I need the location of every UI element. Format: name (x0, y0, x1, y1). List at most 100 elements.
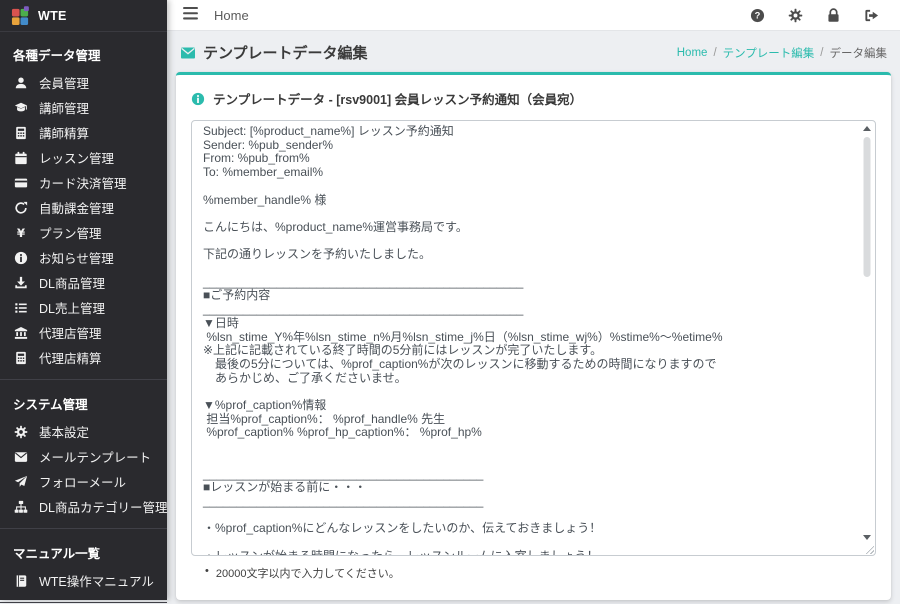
sidebar-divider (0, 602, 167, 603)
sidebar-item-label: お知らせ管理 (39, 248, 114, 267)
sidebar-item-label: 講師精算 (39, 123, 89, 142)
sign-out-icon (864, 8, 879, 23)
page-title: テンプレートデータ編集 (180, 42, 368, 63)
app-root: WTE 各種データ管理会員管理講師管理講師精算レッスン管理カード決済管理自動課金… (0, 0, 900, 600)
sidebar-item-label: フォローメール (39, 472, 126, 491)
sidebar-item[interactable]: WTE操作マニュアル (0, 568, 167, 593)
sidebar-item-label: 会員管理 (39, 73, 89, 92)
info-circle-icon (13, 251, 29, 265)
breadcrumb-link[interactable]: テンプレート編集 (723, 45, 815, 61)
sidebar-item[interactable]: フォローメール (0, 469, 167, 494)
sidebar-item-label: 代理店管理 (39, 323, 102, 342)
download-icon (13, 276, 29, 290)
sidebar-item[interactable]: DL商品カテゴリー管理 (0, 494, 167, 519)
sidebar-section-header: 各種データ管理 (0, 32, 167, 70)
breadcrumb: Home / テンプレート編集 / データ編集 (677, 45, 887, 61)
sidebar-item-label: プラン管理 (39, 223, 102, 242)
envelope-icon (180, 45, 196, 61)
svg-text:?: ? (755, 10, 761, 20)
sidebar: WTE 各種データ管理会員管理講師管理講師精算レッスン管理カード決済管理自動課金… (0, 0, 167, 600)
info-circle-icon (191, 92, 205, 106)
sidebar-item[interactable]: 会員管理 (0, 70, 167, 95)
sidebar-sections: 各種データ管理会員管理講師管理講師精算レッスン管理カード決済管理自動課金管理 ¥ プ… (0, 32, 167, 604)
nav-home-link[interactable]: Home (214, 8, 249, 23)
sidebar-item-label: レッスン管理 (39, 148, 114, 167)
lock-button[interactable] (819, 6, 848, 25)
sidebar-item-label: DL商品カテゴリー管理 (39, 497, 167, 516)
sidebar-item[interactable]: 基本設定 (0, 419, 167, 444)
sidebar-item[interactable]: DL売上管理 (0, 295, 167, 320)
sidebar-item[interactable]: 講師精算 (0, 120, 167, 145)
help-button[interactable]: ? (743, 6, 772, 25)
sign-out-button[interactable] (857, 6, 886, 25)
template-card: テンプレートデータ - [rsv9001] 会員レッスン予約通知（会員宛） Su… (176, 72, 891, 600)
sidebar-item-label: 代理店精算 (39, 348, 102, 367)
lock-icon (826, 8, 841, 23)
topbar-actions: ? (743, 6, 886, 25)
sidebar-item[interactable]: レッスン管理 (0, 145, 167, 170)
bank-icon (13, 326, 29, 340)
calculator-icon (13, 126, 29, 140)
calculator-icon (13, 351, 29, 365)
sitemap-icon (13, 500, 29, 514)
calendar-icon (13, 151, 29, 165)
credit-card-icon (13, 176, 29, 190)
sidebar-item-label: 自動課金管理 (39, 198, 114, 217)
book-icon (13, 574, 29, 588)
hamburger-icon (183, 7, 198, 23)
sidebar-item-label: 基本設定 (39, 422, 89, 441)
paper-plane-icon (13, 475, 29, 489)
breadcrumb-separator: / (820, 47, 823, 59)
settings-gear-icon (788, 8, 803, 23)
top-navbar: Home ? (167, 0, 900, 31)
sidebar-item[interactable]: メールテンプレート (0, 444, 167, 469)
sidebar-item[interactable]: 自動課金管理 (0, 195, 167, 220)
sidebar-item[interactable]: ¥ プラン管理 (0, 220, 167, 245)
sidebar-item[interactable]: 代理店管理 (0, 320, 167, 345)
sidebar-item-label: DL売上管理 (39, 298, 105, 317)
card-header-text: テンプレートデータ - [rsv9001] 会員レッスン予約通知（会員宛） (213, 89, 582, 108)
textarea-scrollbar (860, 122, 874, 554)
sidebar-divider (0, 379, 167, 380)
sidebar-item[interactable]: 講師管理 (0, 95, 167, 120)
main-area: Home ? テンプレートデータ編集 Home / テンプレート編集 / データ編集 テ… (167, 0, 900, 600)
breadcrumb-separator: / (713, 47, 716, 59)
bullet-icon (205, 565, 209, 577)
sidebar-item-label: メールテンプレート (39, 447, 151, 466)
sidebar-item[interactable]: カード決済管理 (0, 170, 167, 195)
page-title-text: テンプレートデータ編集 (203, 42, 368, 63)
sidebar-item[interactable]: お知らせ管理 (0, 245, 167, 270)
sidebar-divider (0, 528, 167, 529)
breadcrumb-link[interactable]: Home (677, 47, 708, 59)
sidebar-section-header: マニュアル一覧 (0, 530, 167, 568)
brand-logo[interactable]: WTE (0, 0, 167, 32)
settings-gear-button[interactable] (781, 6, 810, 25)
page-header: テンプレートデータ編集 Home / テンプレート編集 / データ編集 (167, 31, 900, 72)
gear-icon (13, 425, 29, 439)
scroll-down-arrow[interactable] (863, 535, 871, 540)
template-body-text: Subject: [%product_name%] レッスン予約通知 Sende… (192, 121, 859, 555)
sidebar-toggle-button[interactable] (181, 5, 200, 25)
list-icon (13, 301, 29, 315)
sidebar-item-label: 講師管理 (39, 98, 89, 117)
sidebar-item[interactable]: 代理店精算 (0, 345, 167, 370)
template-body-textarea[interactable]: Subject: [%product_name%] レッスン予約通知 Sende… (191, 120, 876, 556)
breadcrumb-current: データ編集 (830, 45, 888, 61)
brand-name: WTE (38, 9, 67, 23)
char-limit-hint: 20000文字以内で入力してください。 (191, 556, 876, 581)
char-limit-hint-text: 20000文字以内で入力してください。 (216, 565, 400, 581)
sidebar-item[interactable]: DL商品管理 (0, 270, 167, 295)
envelope-icon (13, 450, 29, 464)
wte-logo-icon (11, 6, 30, 25)
scrollbar-thumb[interactable] (864, 137, 871, 277)
card-header: テンプレートデータ - [rsv9001] 会員レッスン予約通知（会員宛） (191, 86, 876, 120)
user-icon (13, 76, 29, 90)
scroll-up-arrow[interactable] (863, 126, 871, 131)
svg-text:¥: ¥ (17, 226, 26, 240)
sidebar-item-label: WTE操作マニュアル (39, 571, 154, 590)
sidebar-section-header: システム管理 (0, 381, 167, 419)
graduation-cap-icon (13, 101, 29, 115)
repeat-icon (13, 201, 29, 215)
yen-icon: ¥ (13, 226, 29, 240)
help-icon: ? (750, 8, 765, 23)
